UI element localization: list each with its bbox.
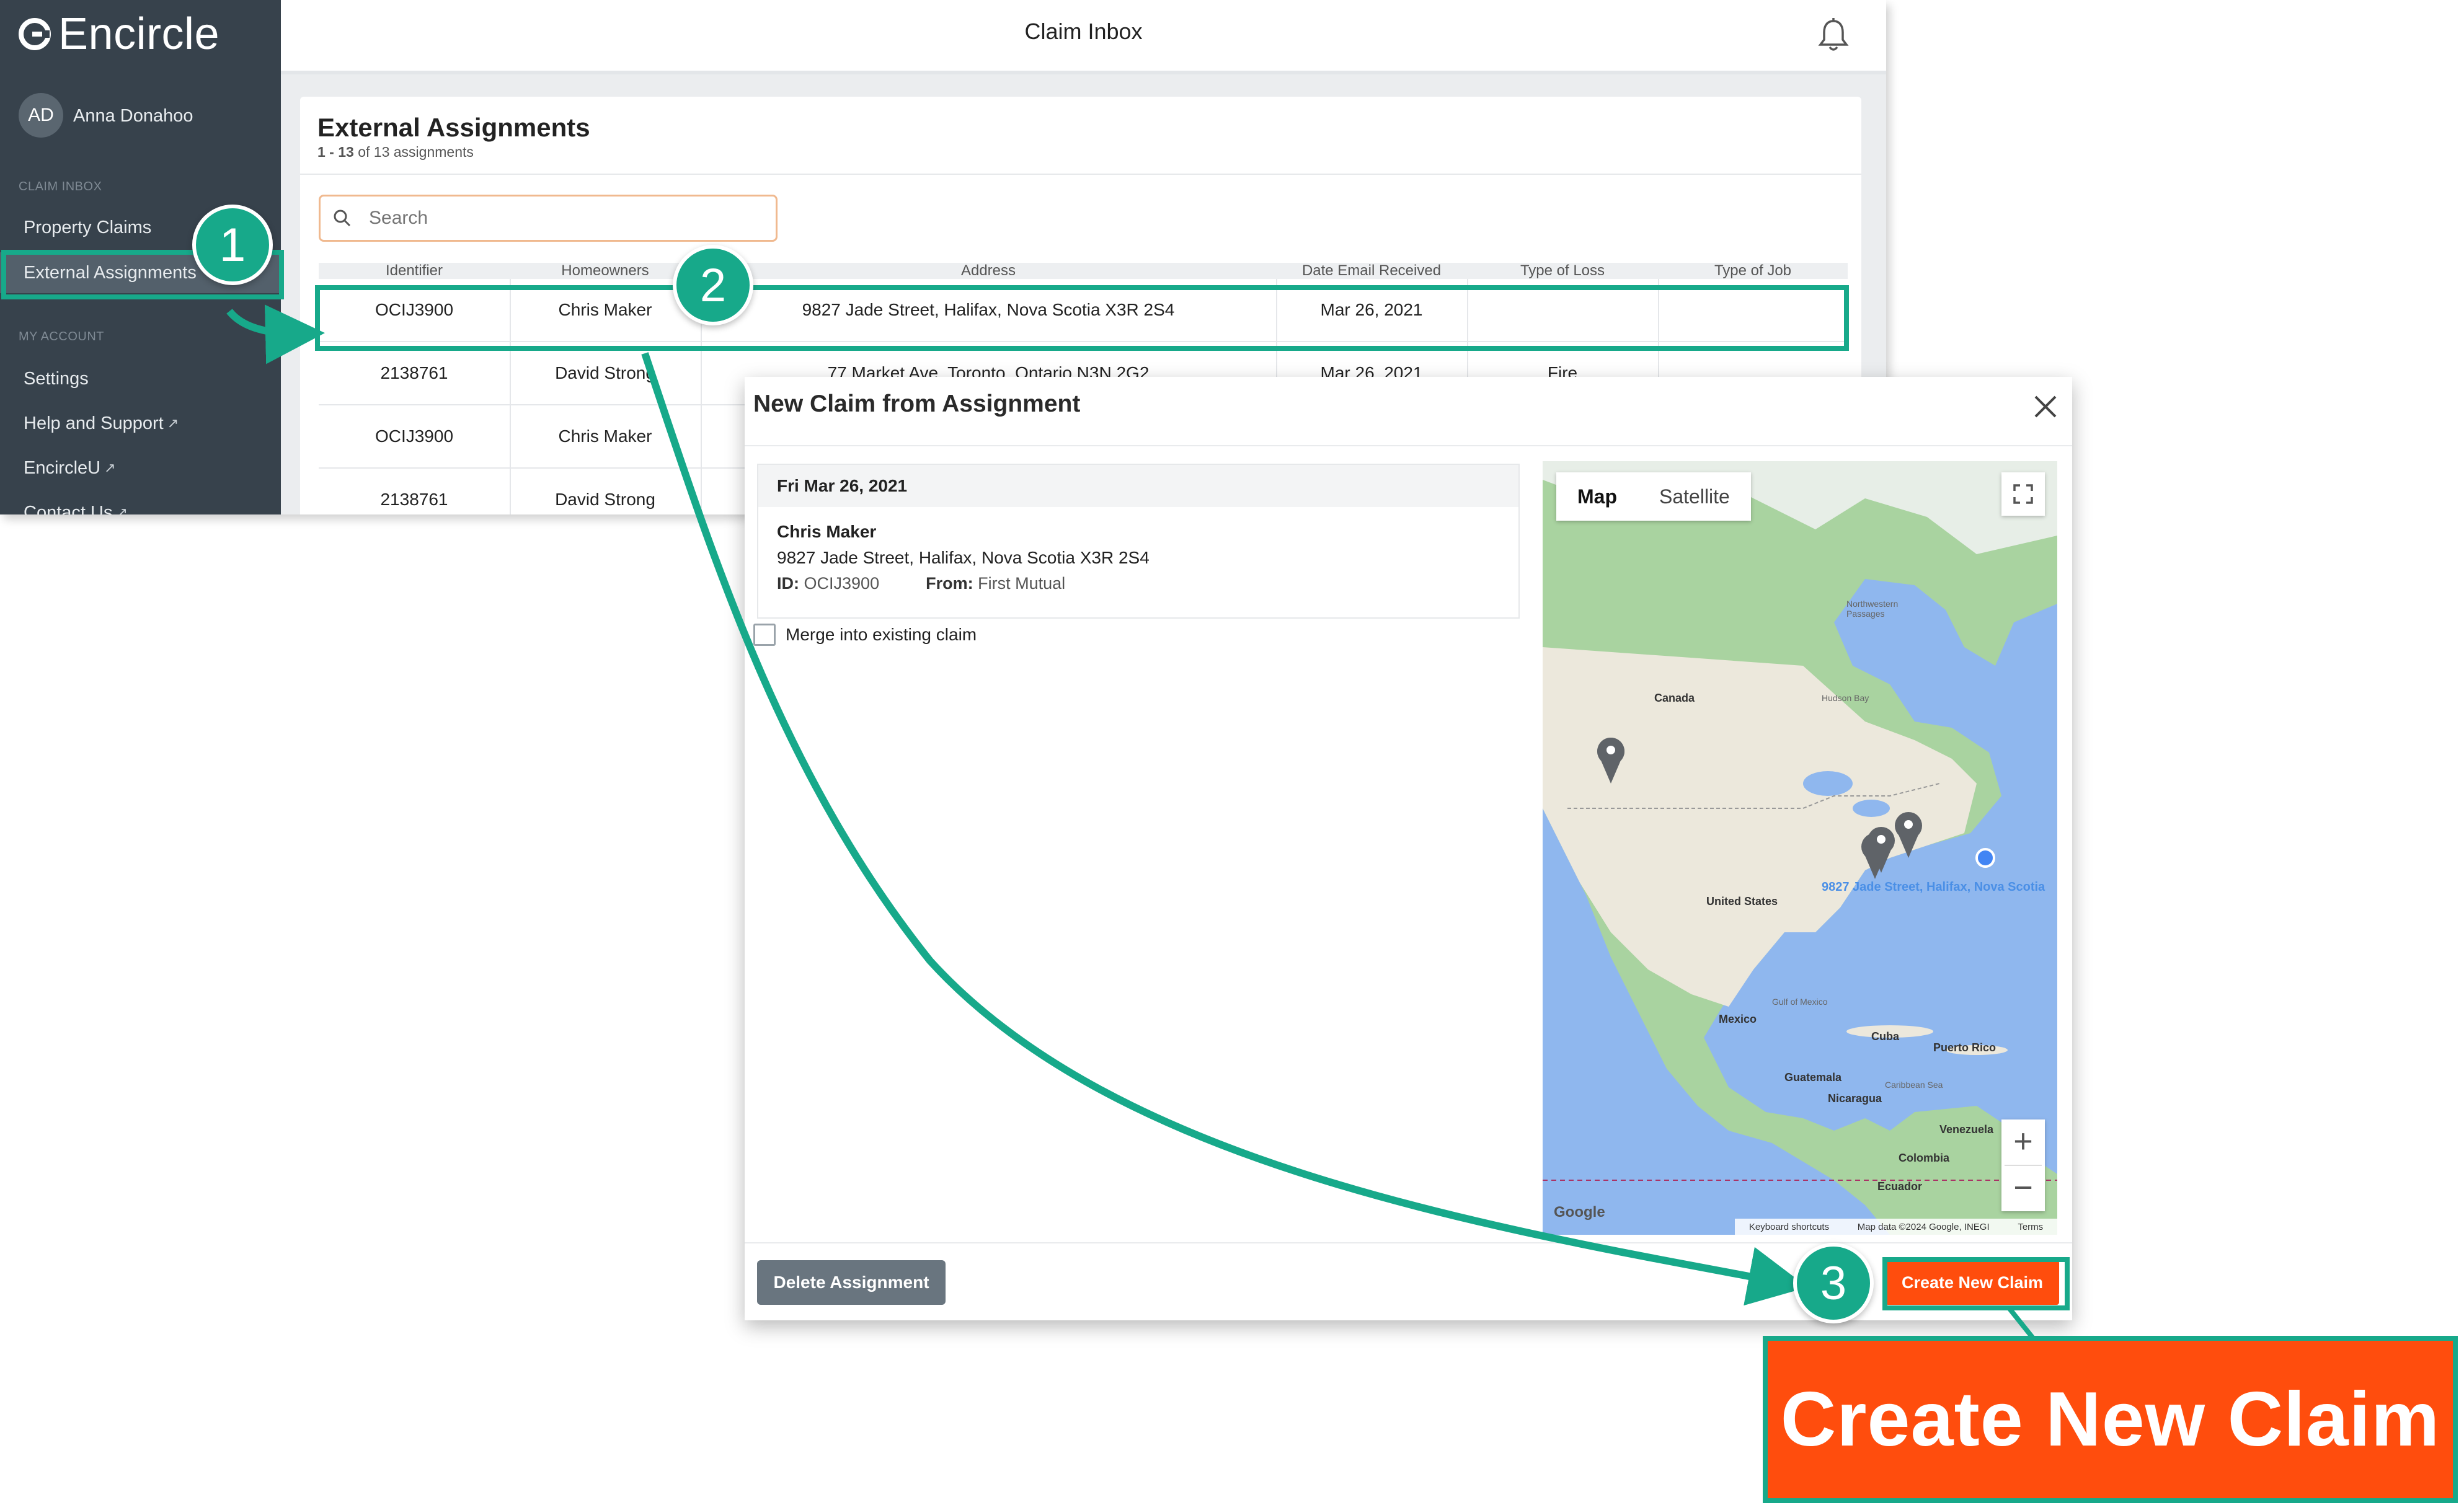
arrow-step2-to-step3 (641, 352, 1808, 1306)
arrow-step1-to-step2 (226, 304, 325, 364)
annotation-arrows (226, 304, 2036, 1341)
step-3-badge: 3 (1793, 1243, 1874, 1323)
step-1-badge: 1 (192, 205, 273, 285)
highlight-first-row (315, 285, 1849, 351)
step-2-badge: 2 (673, 245, 753, 325)
zoomed-create-new-claim: Create New Claim (1763, 1336, 2458, 1503)
callout-connector (2006, 1306, 2036, 1341)
highlight-create-button (1882, 1257, 2070, 1310)
